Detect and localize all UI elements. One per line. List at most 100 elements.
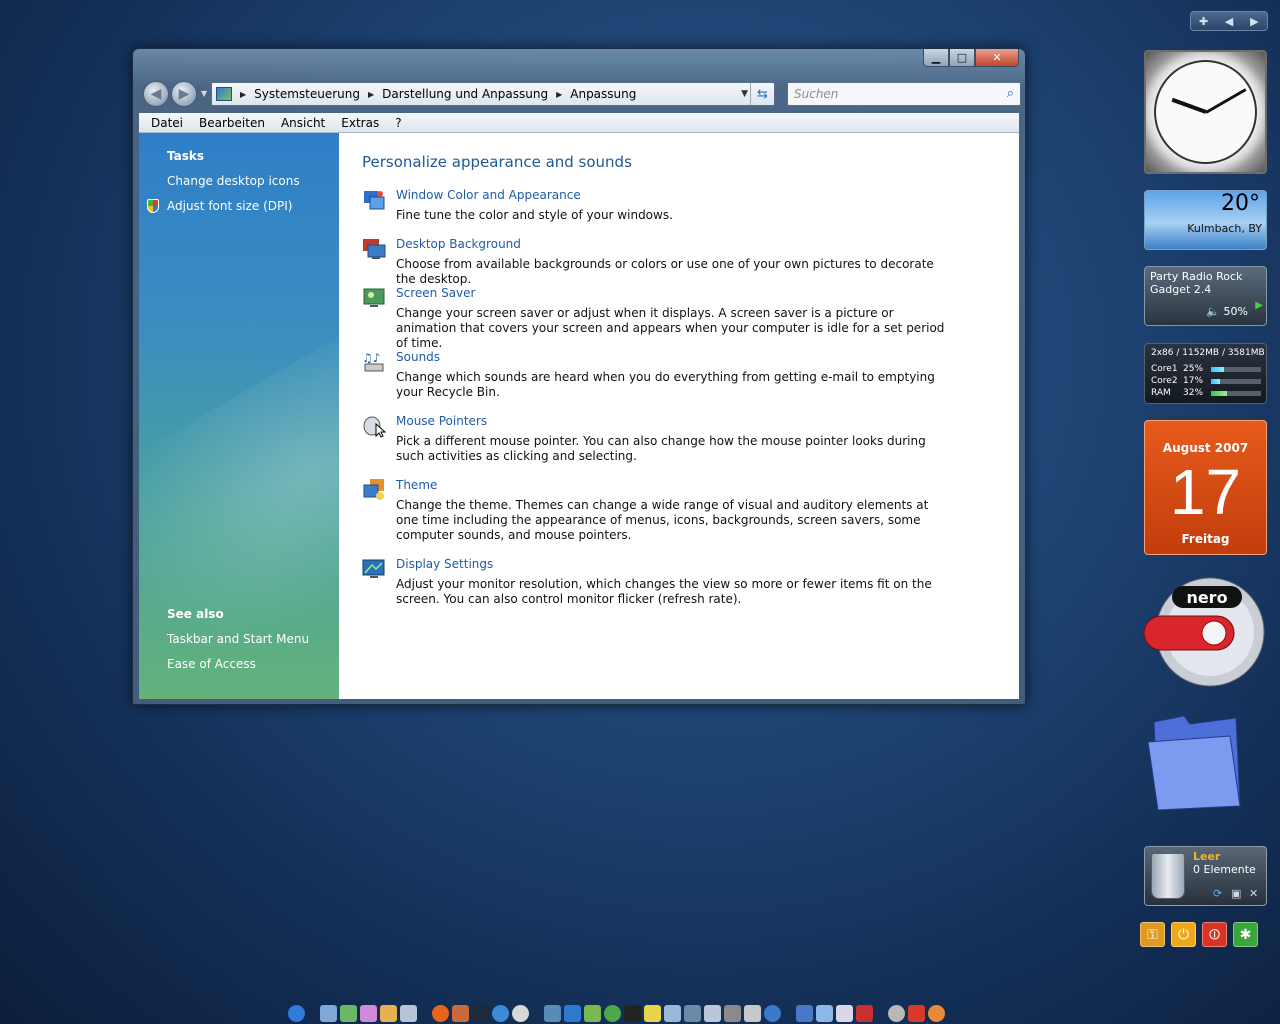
dock-app-icon[interactable]	[664, 1004, 681, 1022]
item-title[interactable]: Screen Saver	[396, 286, 475, 300]
breadcrumb-darstellung[interactable]: Darstellung und Anpassung	[382, 87, 548, 101]
folder-icon[interactable]	[1144, 712, 1242, 810]
item-title[interactable]: Sounds	[396, 350, 440, 364]
dock-app-icon[interactable]	[360, 1004, 377, 1022]
dock-app-icon[interactable]	[856, 1004, 873, 1022]
next-icon[interactable]: ▶	[1242, 15, 1267, 28]
start-icon[interactable]	[288, 1004, 305, 1022]
radio-gadget[interactable]: Party Radio Rock Gadget 2.4 🔈 50% ▶	[1144, 266, 1267, 326]
calendar-gadget[interactable]: August 2007 17 Freitag	[1144, 417, 1267, 555]
nero-gadget[interactable]: nero	[1142, 576, 1270, 688]
dock-app-icon[interactable]	[472, 1004, 489, 1022]
recent-pages-dropdown[interactable]: ▼	[201, 89, 207, 98]
see-also-taskbar[interactable]: Taskbar and Start Menu	[167, 632, 309, 646]
recycle-count: 0 Elemente	[1193, 863, 1256, 876]
breadcrumb-anpassung[interactable]: Anpassung	[570, 87, 636, 101]
dock-app-icon[interactable]	[704, 1004, 721, 1022]
dock-app-icon[interactable]	[928, 1004, 945, 1022]
address-bar[interactable]: ▶ Systemsteuerung ▶ Darstellung und Anpa…	[211, 82, 775, 106]
radio-title: Party Radio Rock Gadget 2.4	[1150, 270, 1243, 296]
dock-app-icon[interactable]	[492, 1004, 509, 1022]
search-input[interactable]: Suchen ⌕	[787, 82, 1021, 106]
item-description: Fine tune the color and style of your wi…	[396, 208, 673, 222]
lock-icon[interactable]: ⚿	[1140, 922, 1165, 947]
dock-app-icon[interactable]	[380, 1004, 397, 1022]
dock-app-icon[interactable]	[320, 1004, 337, 1022]
firefox-icon[interactable]	[432, 1004, 449, 1022]
previous-icon[interactable]: ◀	[1216, 15, 1241, 28]
dock-app-icon[interactable]	[684, 1004, 701, 1022]
dock-app-icon[interactable]	[836, 1004, 853, 1022]
acrobat-icon[interactable]	[908, 1004, 925, 1022]
breadcrumb-systemsteuerung[interactable]: Systemsteuerung	[254, 87, 360, 101]
restore-icon[interactable]: ⟳	[1213, 887, 1222, 900]
menu-datei[interactable]: Datei	[143, 116, 191, 130]
dock-app-icon[interactable]	[888, 1004, 905, 1022]
standby-icon[interactable]: ⏻	[1171, 922, 1196, 947]
dock-app-icon[interactable]	[400, 1004, 417, 1022]
menu-extras[interactable]: Extras	[333, 116, 387, 130]
item-title[interactable]: Theme	[396, 478, 437, 492]
item-screen-saver: Screen Saver Change your screen saver or…	[362, 286, 952, 350]
maximize-button[interactable]: □	[949, 49, 975, 67]
dock-app-icon[interactable]	[452, 1004, 469, 1022]
add-gadget-icon[interactable]: ✚	[1191, 15, 1216, 28]
empty-bin-icon[interactable]: ✕	[1249, 887, 1258, 900]
breadcrumb-arrow-icon[interactable]: ▶	[240, 90, 246, 99]
task-change-desktop-icons[interactable]: Change desktop icons	[167, 174, 300, 188]
page-title: Personalize appearance and sounds	[362, 153, 632, 171]
dock-app-icon[interactable]	[724, 1004, 741, 1022]
forward-button[interactable]: ▶	[171, 81, 197, 107]
weather-gadget[interactable]: 20° Kulmbach, BY	[1144, 190, 1267, 250]
meter-label: RAM	[1151, 388, 1171, 398]
play-icon[interactable]: ▶	[1255, 300, 1263, 311]
cpu-meter-gadget[interactable]: 2x86 / 1152MB / 3581MB Core1 25% Core2 1…	[1144, 343, 1267, 404]
search-icon[interactable]: ⌕	[1007, 86, 1014, 101]
open-bin-icon[interactable]: ▣	[1231, 887, 1241, 900]
breadcrumb-arrow-icon[interactable]: ▶	[368, 90, 374, 99]
calendar-rings	[1149, 417, 1262, 423]
control-panel-window: ▁ □ ✕ ◀ ▶ ▼ ▶ Systemsteuerung ▶ Darstell…	[132, 48, 1026, 705]
recycle-bin-gadget[interactable]: Leer 0 Elemente ⟳ ▣ ✕	[1144, 846, 1267, 906]
dock-app-icon[interactable]	[744, 1004, 761, 1022]
restart-icon[interactable]: ✱	[1233, 922, 1258, 947]
close-button[interactable]: ✕	[975, 49, 1019, 67]
menu-ansicht[interactable]: Ansicht	[273, 116, 333, 130]
see-also-ease-of-access[interactable]: Ease of Access	[167, 657, 256, 671]
dock-app-icon[interactable]	[644, 1004, 661, 1022]
item-mouse-pointers: Mouse Pointers Pick a different mouse po…	[362, 414, 952, 463]
dock-app-icon[interactable]	[544, 1004, 561, 1022]
navigation-bar: ◀ ▶ ▼ ▶ Systemsteuerung ▶ Darstellung un…	[141, 79, 1021, 109]
cpu-row: Core1 25%	[1151, 364, 1263, 374]
dock-app-icon[interactable]	[624, 1004, 641, 1022]
refresh-icon[interactable]: ⇆	[750, 83, 774, 105]
skype-icon[interactable]	[564, 1004, 581, 1022]
breadcrumb-arrow-icon[interactable]: ▶	[556, 90, 562, 99]
minimize-button[interactable]: ▁	[923, 49, 949, 67]
dock-app-icon[interactable]	[584, 1004, 601, 1022]
item-title[interactable]: Mouse Pointers	[396, 414, 487, 428]
clock-gadget[interactable]	[1144, 50, 1267, 174]
menu-help[interactable]: ?	[387, 116, 409, 130]
item-title[interactable]: Display Settings	[396, 557, 493, 571]
dock-app-icon[interactable]	[764, 1004, 781, 1022]
menu-bearbeiten[interactable]: Bearbeiten	[191, 116, 273, 130]
item-description: Choose from available backgrounds or col…	[396, 257, 934, 286]
item-title[interactable]: Desktop Background	[396, 237, 521, 251]
item-title[interactable]: Window Color and Appearance	[396, 188, 581, 202]
task-adjust-font-size[interactable]: Adjust font size (DPI)	[167, 199, 292, 213]
dock-app-icon[interactable]	[604, 1004, 621, 1022]
speaker-icon: 🔈	[1206, 305, 1224, 318]
minute-hand	[1204, 88, 1247, 114]
radio-volume[interactable]: 🔈 50%	[1206, 305, 1248, 318]
dock-app-icon[interactable]	[340, 1004, 357, 1022]
sounds-icon: ♫♪	[362, 351, 384, 372]
dock-app-icon[interactable]	[512, 1004, 529, 1022]
back-button[interactable]: ◀	[143, 81, 169, 107]
dock-app-icon[interactable]	[816, 1004, 833, 1022]
svg-text:♫♪: ♫♪	[362, 351, 380, 365]
address-dropdown-icon[interactable]: ▼	[741, 89, 748, 99]
shutdown-icon[interactable]: ⏼	[1202, 922, 1227, 947]
item-description: Change your screen saver or adjust when …	[396, 306, 945, 350]
dock-app-icon[interactable]	[796, 1004, 813, 1022]
